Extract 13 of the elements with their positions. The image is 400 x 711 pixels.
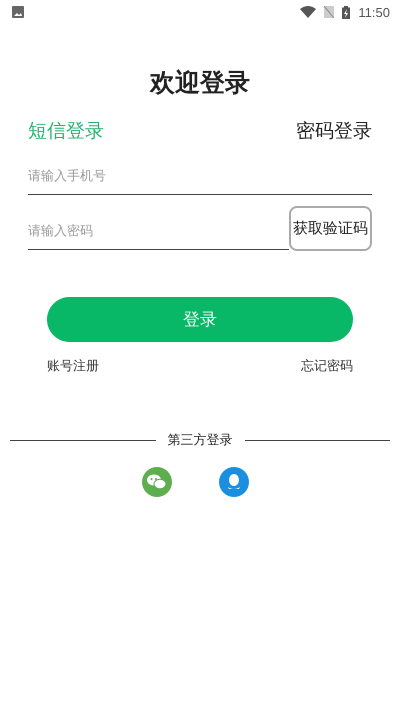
status-time: 11:50 — [358, 4, 390, 20]
image-icon — [12, 6, 24, 18]
wifi-icon — [300, 6, 316, 18]
forgot-password-link[interactable]: 忘记密码 — [301, 357, 353, 375]
battery-icon — [342, 6, 350, 18]
no-signal-icon — [324, 6, 334, 18]
page-title: 欢迎登录 — [148, 67, 251, 99]
penguin-icon[interactable] — [218, 467, 248, 497]
section-label: 第三方登录 — [168, 432, 232, 449]
register-link[interactable]: 账号注册 — [47, 357, 99, 375]
wechat-icon[interactable] — [142, 467, 172, 497]
get-code-button[interactable]: 获取验证码 — [289, 206, 372, 251]
login-tab[interactable]: 密码登录 — [296, 118, 372, 144]
